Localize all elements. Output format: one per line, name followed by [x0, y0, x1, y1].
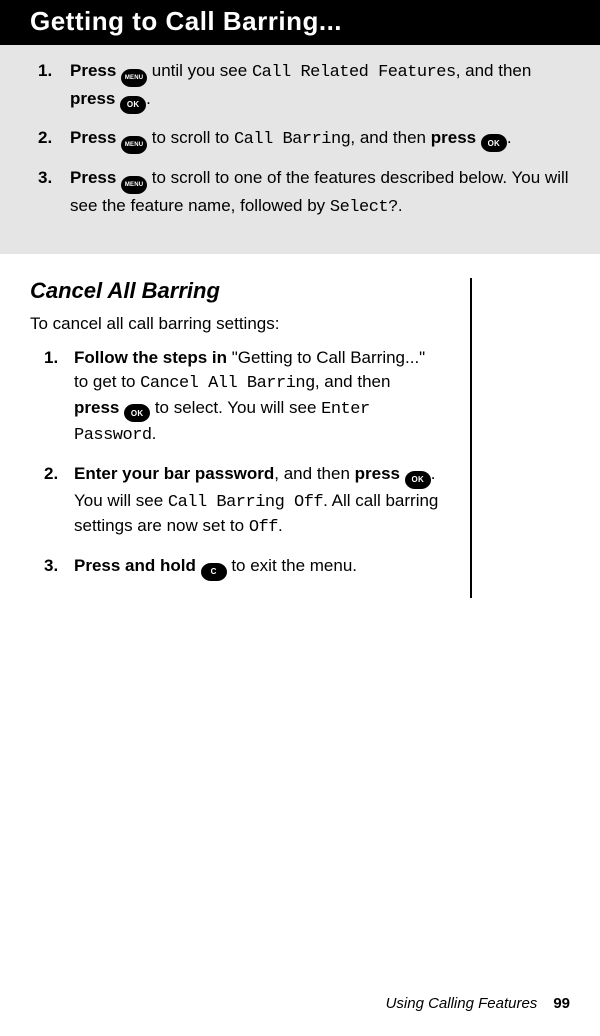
- footer-section: Using Calling Features: [386, 995, 538, 1012]
- section-step-2: Enter your bar password, and then press …: [30, 462, 440, 540]
- instruction-step-3: Press MENU to scroll to one of the featu…: [30, 166, 570, 220]
- body-columns: Cancel All Barring To cancel all call ba…: [30, 278, 570, 598]
- page-number: 99: [553, 995, 570, 1012]
- page: Getting to Call Barring... Press MENU un…: [0, 0, 600, 1036]
- menu-path: Call Barring: [234, 130, 350, 149]
- ok-icon: OK: [124, 404, 150, 422]
- menu-path: Select?: [330, 198, 398, 217]
- text: press: [355, 464, 405, 483]
- text: to scroll to: [147, 128, 234, 147]
- instruction-step-2: Press MENU to scroll to Call Barring, an…: [30, 126, 570, 154]
- text: , and then: [350, 128, 430, 147]
- text: Follow the steps in: [74, 348, 232, 367]
- page-footer: Using Calling Features 99: [386, 995, 570, 1012]
- section-steps: Follow the steps in "Getting to Call Bar…: [30, 346, 440, 581]
- ok-icon: OK: [481, 134, 507, 152]
- text: Press: [70, 128, 121, 147]
- ok-icon: OK: [120, 96, 146, 114]
- text: , and then: [274, 464, 354, 483]
- text: until you see: [147, 61, 252, 80]
- text: press: [70, 89, 120, 108]
- section-step-3: Press and hold C to exit the menu.: [30, 554, 440, 581]
- menu-icon: MENU: [121, 176, 147, 194]
- menu-path: Cancel All Barring: [140, 374, 315, 393]
- menu-icon: MENU: [121, 136, 147, 154]
- left-column: Cancel All Barring To cancel all call ba…: [30, 278, 470, 598]
- text: to scroll to one of the features describ…: [70, 168, 569, 215]
- page-title: Getting to Call Barring...: [30, 6, 570, 37]
- text: Press: [70, 168, 121, 187]
- text: to exit the menu.: [227, 556, 357, 575]
- section-heading: Cancel All Barring: [30, 278, 440, 304]
- instruction-list: Press MENU until you see Call Related Fe…: [30, 59, 570, 220]
- c-icon: C: [201, 563, 227, 581]
- text: .: [152, 424, 157, 443]
- instruction-step-1: Press MENU until you see Call Related Fe…: [30, 59, 570, 114]
- text: , and then: [315, 372, 391, 391]
- menu-icon: MENU: [121, 69, 147, 87]
- menu-path: Call Related Features: [252, 63, 456, 82]
- text: Press: [70, 61, 121, 80]
- ok-icon: OK: [405, 471, 431, 489]
- title-bar: Getting to Call Barring...: [0, 0, 600, 45]
- section-intro: To cancel all call barring settings:: [30, 314, 440, 334]
- text: Press and hold: [74, 556, 201, 575]
- instruction-box: Press MENU until you see Call Related Fe…: [0, 45, 600, 254]
- text: Enter your bar password: [74, 464, 274, 483]
- menu-path: Call Barring Off: [168, 493, 323, 512]
- text: , and then: [456, 61, 532, 80]
- text: .: [398, 196, 403, 215]
- text: to select. You will see: [150, 398, 321, 417]
- text: .: [146, 89, 151, 108]
- menu-path: Off: [249, 518, 278, 537]
- text: press: [431, 128, 481, 147]
- right-column: [470, 278, 570, 598]
- section-step-1: Follow the steps in "Getting to Call Bar…: [30, 346, 440, 448]
- text: .: [278, 516, 283, 535]
- text: .: [507, 128, 512, 147]
- text: press: [74, 398, 124, 417]
